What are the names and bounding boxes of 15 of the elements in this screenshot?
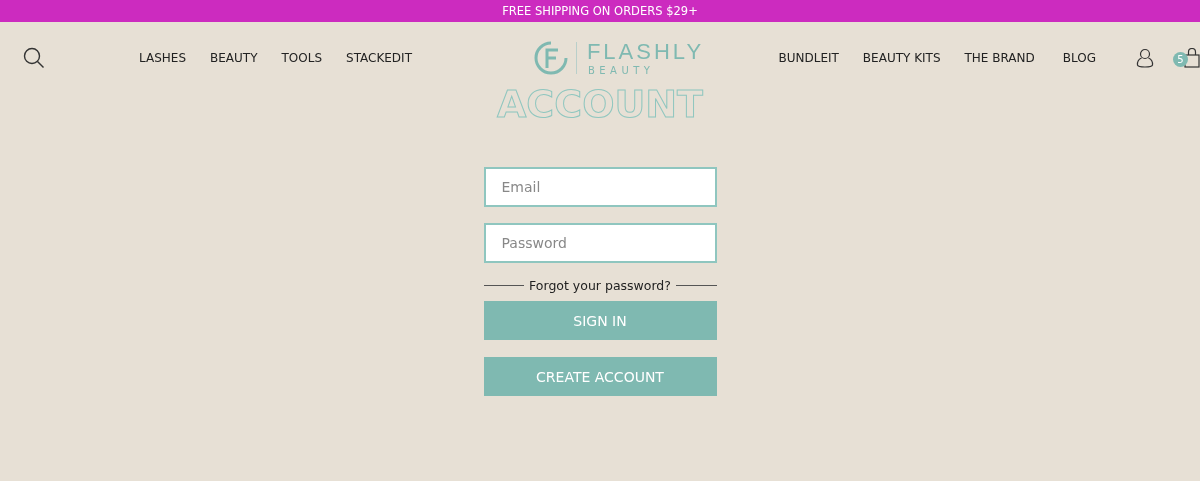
nav-link[interactable]: BEAUTY (210, 51, 258, 65)
email-field[interactable]: Email (483, 167, 717, 207)
cart-count-badge: 5 (1173, 52, 1188, 67)
nav-link[interactable]: THE BRAND (964, 51, 1035, 65)
announcement-text: FREE SHIPPING ON ORDERS $29+ (502, 4, 698, 18)
logo-tagline: BEAUTY (587, 65, 656, 76)
password-field[interactable]: Password (483, 223, 717, 263)
nav-link[interactable]: TOOLS (281, 51, 322, 65)
nav-link[interactable]: LASHES (139, 51, 186, 65)
nav-link[interactable]: BEAUTY KITS (862, 51, 941, 65)
nav-link[interactable]: STACKEDIT (346, 51, 412, 65)
forgot-password-link[interactable]: Forgot your password? (529, 278, 671, 293)
nav-link[interactable]: BLOG (1062, 51, 1096, 65)
page-title: ACCOUNT (496, 82, 704, 126)
nav-link[interactable]: BUNDLEIT (778, 51, 839, 65)
